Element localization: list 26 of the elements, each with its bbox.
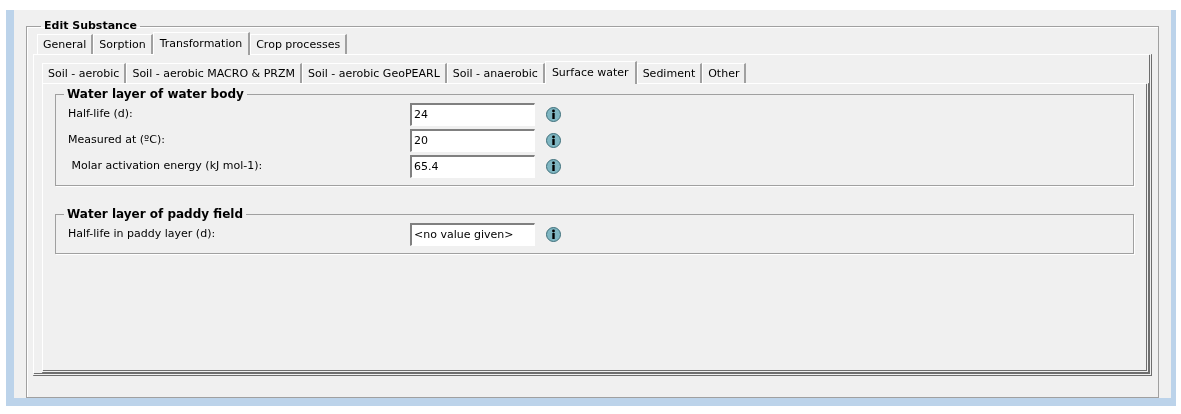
tab[interactable]: Soil - aerobic [42,63,127,84]
input-field[interactable]: 65.4 [410,154,535,178]
field-label: Measured at (ºC): [68,132,166,149]
tab[interactable]: Surface water [544,61,637,85]
info-icon[interactable] [546,226,561,242]
tab[interactable]: General [37,34,94,55]
info-icon[interactable] [546,106,561,122]
input-field[interactable]: 24 [410,102,535,126]
tab[interactable]: Sorption [93,34,153,55]
input-field[interactable]: <no value given> [410,222,535,246]
field-label: Half-life in paddy layer (d): [68,226,217,243]
group-title: Water layer of paddy field [66,208,245,222]
group-title: Edit Substance [43,20,138,33]
field-label: Molar activation energy (kJ mol-1): [70,158,264,175]
tab[interactable]: Transformation [152,32,251,56]
info-icon[interactable] [546,132,561,148]
field-label: Half-life (d): [68,106,134,123]
tab[interactable]: Soil - anaerobic [446,63,545,84]
input-field[interactable]: 20 [410,128,535,152]
tab[interactable]: Soil - aerobic MACRO & PRZM [126,63,302,84]
info-icon[interactable] [546,158,561,174]
tab[interactable]: Crop processes [250,34,348,55]
group-title: Water layer of water body [66,88,245,102]
tab[interactable]: Soil - aerobic GeoPEARL [302,63,447,84]
tab[interactable]: Other [702,63,747,84]
tab[interactable]: Sediment [636,63,703,84]
